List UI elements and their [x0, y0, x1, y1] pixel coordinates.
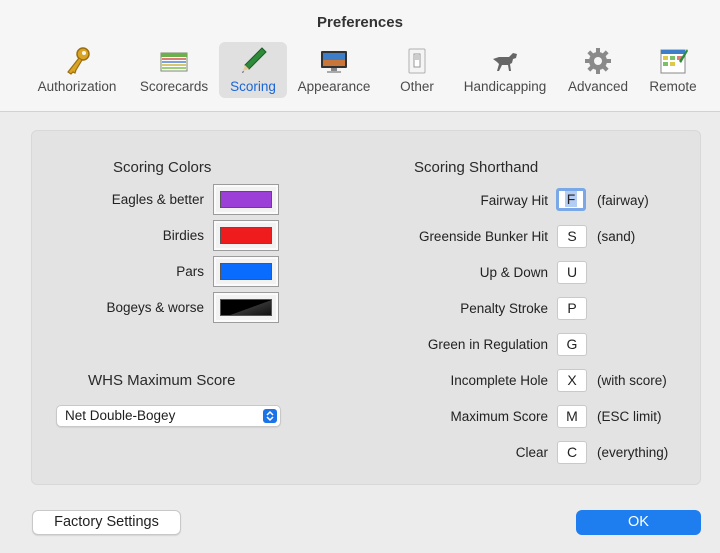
bogeys-color-well[interactable] [213, 292, 279, 323]
birdies-color-swatch [220, 227, 272, 244]
greenside-bunker-key-field[interactable]: S [557, 225, 587, 248]
bogeys-label: Bogeys & worse [106, 300, 204, 315]
fairway-hit-hint: (fairway) [597, 193, 649, 208]
whs-heading: WHS Maximum Score [88, 372, 236, 389]
pars-color-swatch [220, 263, 272, 280]
maximum-score-label: Maximum Score [450, 409, 548, 424]
tab-label: Advanced [567, 79, 629, 94]
tab-remote[interactable]: Remote [645, 42, 701, 98]
up-and-down-key-field[interactable]: U [557, 261, 587, 284]
preferences-window: Preferences Authorization Scorecards Sco… [0, 0, 720, 553]
greenside-bunker-label: Greenside Bunker Hit [418, 229, 548, 244]
tab-advanced[interactable]: Advanced [563, 42, 633, 98]
clear-label: Clear [515, 445, 548, 460]
clear-hint: (everything) [597, 445, 669, 460]
monitor-icon [321, 51, 347, 73]
tab-other[interactable]: Other [394, 42, 440, 98]
fairway-hit-key-field[interactable]: F [556, 188, 586, 211]
pars-label: Pars [176, 264, 204, 279]
tab-label: Scoring [230, 79, 276, 94]
factory-settings-button[interactable]: Factory Settings [32, 510, 181, 535]
remote-scorecard-icon [660, 49, 688, 74]
gear-icon [585, 48, 611, 74]
scorecard-icon [160, 52, 188, 72]
tab-label: Remote [649, 79, 697, 94]
eagles-color-well[interactable] [213, 184, 279, 215]
whs-selected-value: Net Double-Bogey [65, 408, 176, 423]
tab-scorecards[interactable]: Scorecards [134, 42, 214, 98]
horse-icon [493, 53, 517, 71]
tab-scoring[interactable]: Scoring [219, 42, 287, 98]
tab-handicapping[interactable]: Handicapping [458, 42, 552, 98]
eagles-color-swatch [220, 191, 272, 208]
incomplete-hole-hint: (with score) [597, 373, 667, 388]
window-title: Preferences [317, 14, 403, 31]
eagles-label: Eagles & better [111, 192, 204, 207]
green-in-regulation-key-field[interactable]: G [557, 333, 587, 356]
incomplete-hole-key-field[interactable]: X [557, 369, 587, 392]
chevron-updown-icon [263, 409, 277, 423]
key-icon [67, 47, 90, 75]
maximum-score-hint: (ESC limit) [597, 409, 662, 424]
birdies-color-well[interactable] [213, 220, 279, 251]
tab-label: Appearance [297, 79, 371, 94]
switch-icon [408, 48, 426, 74]
pars-color-well[interactable] [213, 256, 279, 287]
fairway-hit-label: Fairway Hit [480, 193, 548, 208]
birdies-label: Birdies [162, 228, 204, 243]
tab-label: Handicapping [463, 79, 547, 94]
penalty-stroke-label: Penalty Stroke [460, 301, 548, 316]
tab-label: Other [400, 79, 434, 94]
greenside-bunker-hint: (sand) [597, 229, 636, 244]
clear-key-field[interactable]: C [557, 441, 587, 464]
up-and-down-label: Up & Down [479, 265, 548, 280]
tab-appearance[interactable]: Appearance [292, 42, 376, 98]
maximum-score-key-field[interactable]: M [557, 405, 587, 428]
pencil-icon [242, 47, 267, 73]
toolbar: Preferences Authorization Scorecards Sco… [0, 0, 720, 112]
scoring-shorthand-heading: Scoring Shorthand [414, 159, 539, 176]
tab-label: Authorization [37, 79, 117, 94]
tab-authorization[interactable]: Authorization [31, 42, 123, 98]
incomplete-hole-label: Incomplete Hole [450, 373, 548, 388]
penalty-stroke-key-field[interactable]: P [557, 297, 587, 320]
whs-maximum-score-select[interactable]: Net Double-Bogey [56, 405, 281, 427]
bogeys-color-swatch [220, 299, 272, 316]
tab-label: Scorecards [139, 79, 209, 94]
scoring-colors-heading: Scoring Colors [113, 159, 212, 176]
green-in-regulation-label: Green in Regulation [427, 337, 548, 352]
ok-button[interactable]: OK [576, 510, 701, 535]
fairway-hit-key: F [564, 191, 578, 207]
